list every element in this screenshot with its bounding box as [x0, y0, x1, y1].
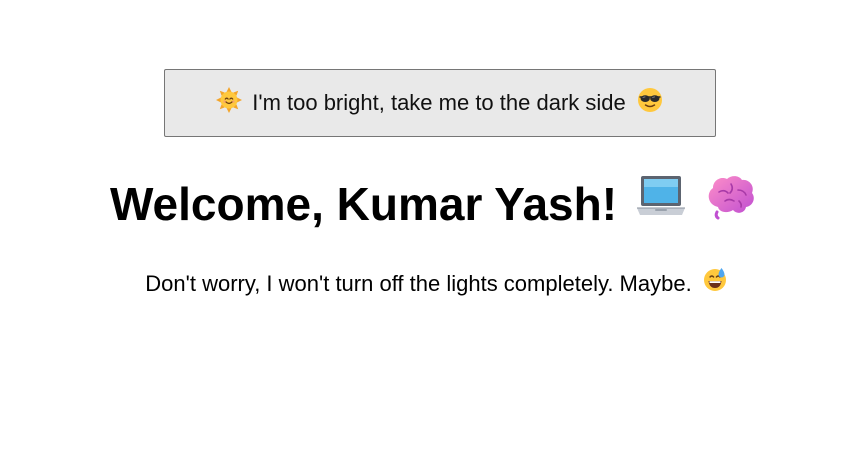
smiling-sun-icon [216, 87, 243, 119]
dark-mode-toggle-label: I'm too bright, take me to the dark side [252, 90, 626, 115]
welcome-heading: Welcome, Kumar Yash! [0, 170, 867, 238]
reassurance-message: Don't worry, I won't turn off the lights… [0, 266, 867, 302]
brain-icon [705, 170, 757, 238]
dark-mode-toggle-button[interactable]: I'm too bright, take me to the dark side [164, 69, 716, 137]
page: I'm too bright, take me to the dark side… [0, 0, 867, 454]
laptop-icon [635, 170, 687, 238]
welcome-title: Welcome, Kumar Yash! [109, 178, 618, 230]
reassurance-text: Don't worry, I won't turn off the lights… [145, 271, 692, 296]
sunglasses-face-icon [636, 86, 664, 120]
grinning-sweat-face-icon [702, 266, 728, 302]
